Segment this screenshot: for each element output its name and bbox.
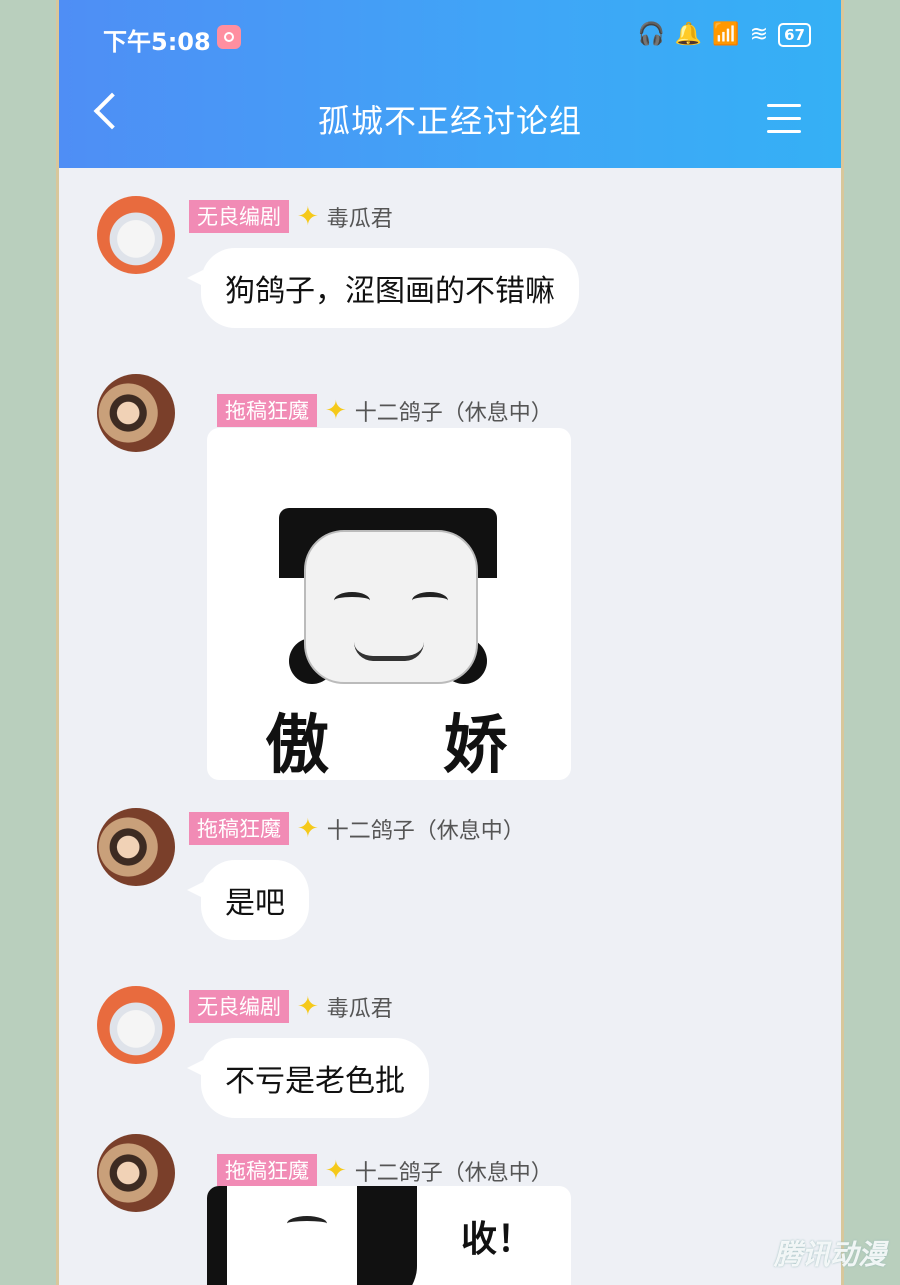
sender-name: 十二鸽子（休息中） [354,400,553,426]
top-bar: 下午5:08 🎧 🔔 📶 ≋ 67 孤城不正经讨论组 [59,0,841,168]
message-bubble[interactable]: 狗鸽子，涩图画的不错嘛 [187,248,579,328]
avatar[interactable] [97,374,175,452]
member-tag: 拖稿狂魔 [217,1154,317,1187]
star-badge-icon: ✦ [297,991,319,1022]
wifi-icon: ≋ [749,22,769,47]
headphones-icon: 🎧 [637,22,665,47]
phone-screen: 下午5:08 🎧 🔔 📶 ≋ 67 孤城不正经讨论组 无良编剧 ✦ 毒瓜君 狗鸽… [56,0,844,1285]
member-tag: 无良编剧 [189,200,289,233]
sticker-caption: 傲 [265,709,329,780]
sender-name: 十二鸽子（休息中） [326,818,525,844]
avatar[interactable] [97,808,175,886]
sender-name: 十二鸽子（休息中） [354,1160,553,1186]
sender-meta: 拖稿狂魔 ✦ 十二鸽子（休息中） [217,1154,553,1187]
signal-icon: 📶 [712,22,740,47]
notification-icon: 🔔 [674,22,703,47]
sticker-image[interactable]: 傲 娇 [207,428,571,780]
status-icons: 🎧 🔔 📶 ≋ 67 [637,22,811,47]
member-tag: 拖稿狂魔 [217,394,317,427]
star-badge-icon: ✦ [325,395,347,426]
star-badge-icon: ✦ [297,201,319,232]
watermark-logo: 腾讯动漫 [773,1238,886,1271]
sticker-image[interactable]: 收！ [207,1186,571,1285]
menu-button[interactable] [767,104,801,143]
status-time: 下午5:08 [103,28,211,56]
sender-name: 毒瓜君 [326,996,393,1022]
member-tag: 无良编剧 [189,990,289,1023]
sender-meta: 拖稿狂魔 ✦ 十二鸽子（休息中） [217,394,553,427]
message-bubble[interactable]: 是吧 [187,860,309,940]
message-bubble[interactable]: 不亏是老色批 [187,1038,429,1118]
battery-icon: 67 [778,22,811,47]
sender-name: 毒瓜君 [326,206,393,232]
avatar[interactable] [97,1134,175,1212]
avatar[interactable] [97,986,175,1064]
sender-meta: 无良编剧 ✦ 毒瓜君 [189,990,393,1023]
avatar[interactable] [97,196,175,274]
star-badge-icon: ✦ [297,813,319,844]
sender-meta: 拖稿狂魔 ✦ 十二鸽子（休息中） [189,812,525,845]
star-badge-icon: ✦ [325,1155,347,1186]
sticker-caption: 收！ [461,1219,534,1260]
meme-face [279,508,497,688]
member-tag: 拖稿狂魔 [189,812,289,845]
sender-meta: 无良编剧 ✦ 毒瓜君 [189,200,393,233]
chat-title: 孤城不正经讨论组 [317,102,582,140]
screen-record-icon [217,25,241,49]
sticker-caption: 娇 [443,709,507,780]
